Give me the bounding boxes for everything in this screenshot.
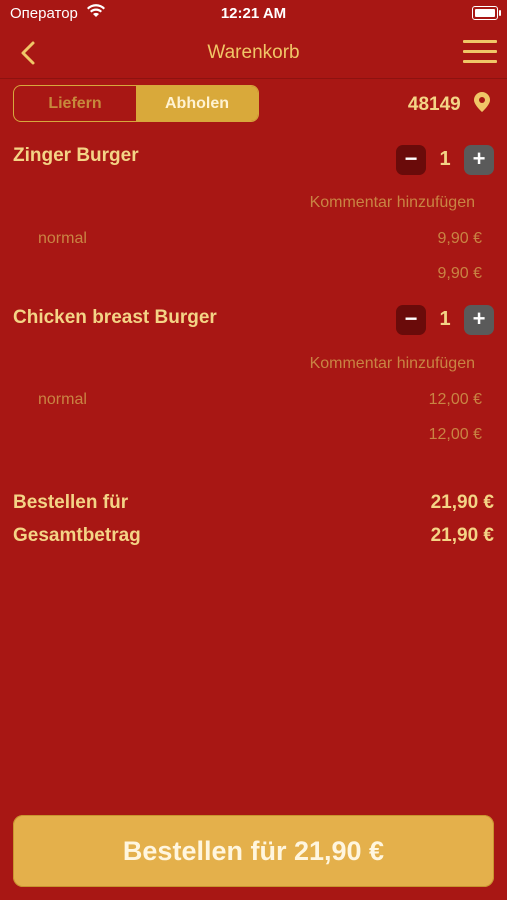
- variant-price: 12,00 €: [428, 391, 482, 408]
- quantity-value: 1: [439, 308, 451, 330]
- item-total: 12,00 €: [428, 426, 482, 443]
- order-for-value: 21,90 €: [430, 492, 494, 513]
- total-value: 21,90 €: [430, 525, 494, 546]
- clock: 12:21 AM: [220, 5, 287, 22]
- status-bar: Оператор 12:21 AM: [0, 0, 507, 28]
- item-total: 9,90 €: [437, 265, 482, 282]
- cart-item-name: Zinger Burger: [13, 145, 139, 166]
- decrease-quantity-button[interactable]: −: [396, 145, 426, 175]
- decrease-quantity-button[interactable]: −: [396, 305, 426, 335]
- page-title: Warenkorb: [207, 42, 300, 63]
- add-comment-link[interactable]: Kommentar hinzufügen: [310, 194, 475, 212]
- cart-item-name: Chicken breast Burger: [13, 307, 217, 328]
- tab-liefern[interactable]: Liefern: [14, 86, 136, 121]
- place-order-button[interactable]: Bestellen für 21,90 €: [13, 815, 494, 887]
- location-pin-icon: [474, 92, 490, 118]
- order-for-label: Bestellen für: [13, 492, 129, 513]
- postal-code-value: 48149: [407, 94, 461, 116]
- add-comment-link[interactable]: Kommentar hinzufügen: [310, 355, 475, 373]
- item-variant: normal: [38, 391, 87, 408]
- total-label: Gesamtbetrag: [13, 525, 141, 546]
- delivery-mode-toggle: Liefern Abholen: [13, 85, 259, 122]
- increase-quantity-button[interactable]: +: [464, 305, 494, 335]
- variant-price: 9,90 €: [437, 230, 482, 247]
- quantity-stepper: − 1 +: [396, 145, 494, 175]
- quantity-value: 1: [439, 148, 451, 170]
- battery-icon: [472, 6, 501, 20]
- hamburger-menu-icon[interactable]: [463, 40, 497, 66]
- item-variant: normal: [38, 230, 87, 247]
- quantity-stepper: − 1 +: [396, 305, 494, 335]
- navigation-bar: Warenkorb: [0, 28, 507, 79]
- increase-quantity-button[interactable]: +: [464, 145, 494, 175]
- tab-abholen[interactable]: Abholen: [136, 86, 258, 121]
- postal-code[interactable]: 48149: [408, 92, 490, 118]
